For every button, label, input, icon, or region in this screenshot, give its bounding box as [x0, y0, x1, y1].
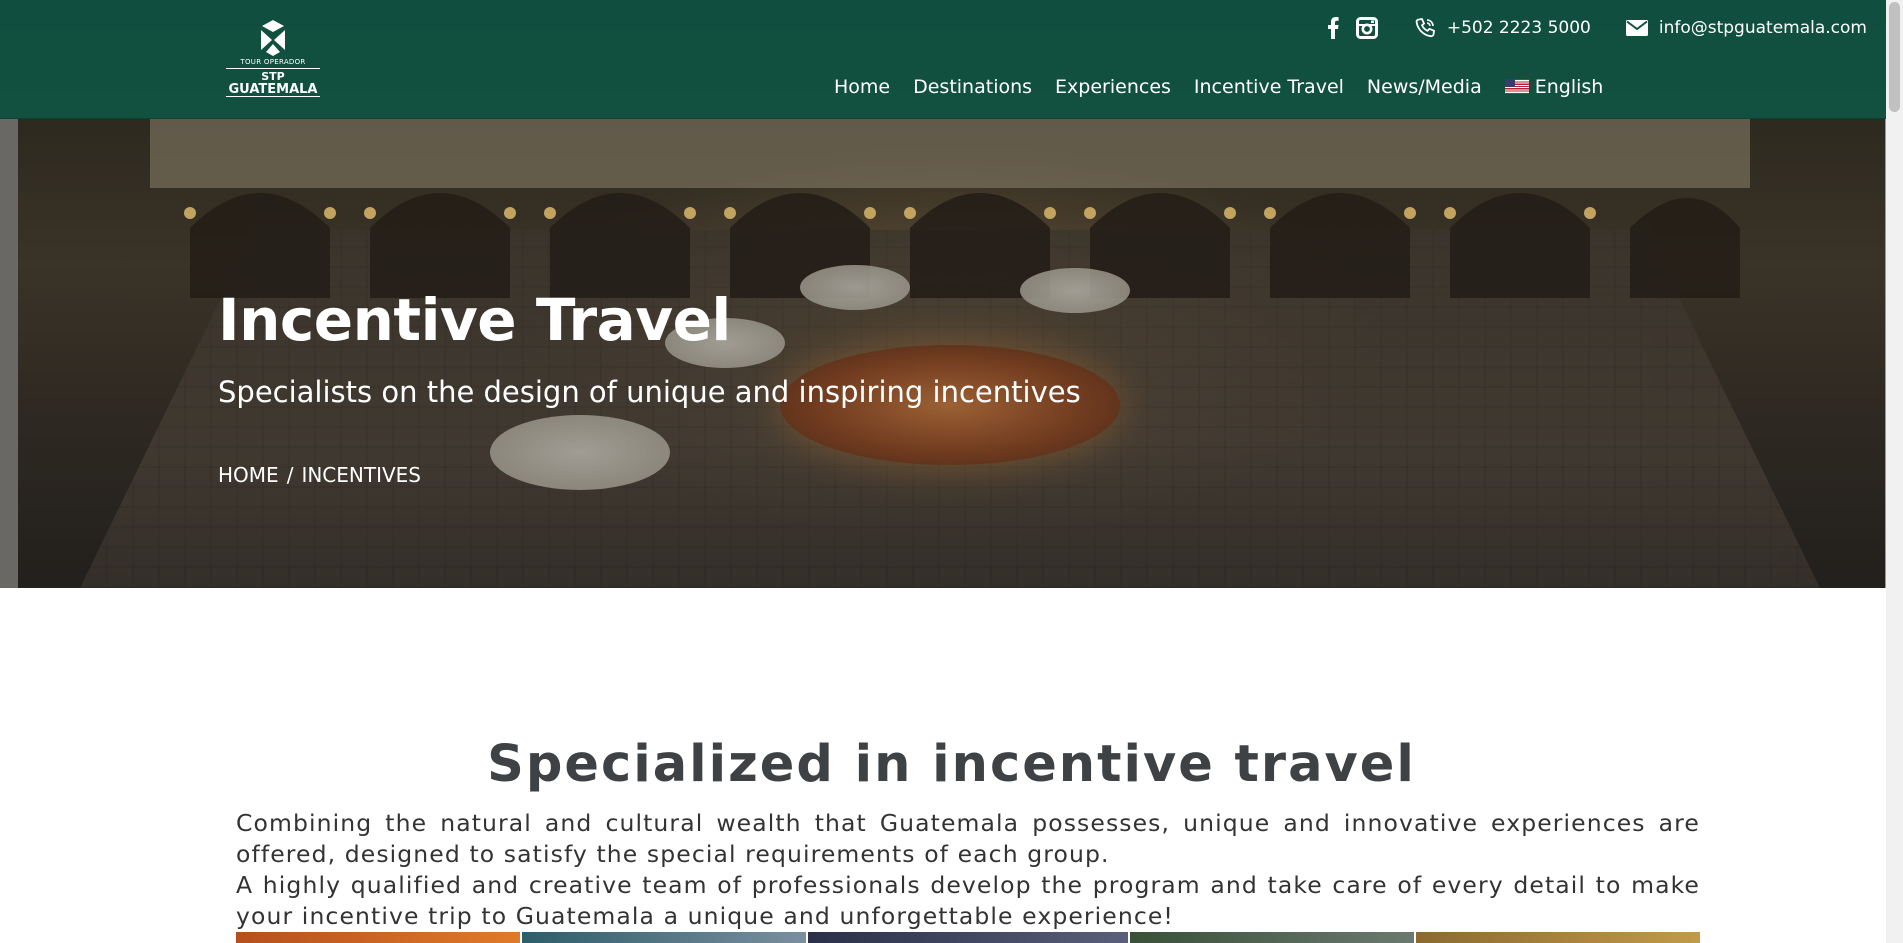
site-logo[interactable]: TOUR OPERADOR STP GUATEMALA [226, 20, 320, 104]
nav-item-destinations[interactable]: Destinations [913, 76, 1032, 98]
language-switcher[interactable]: English [1504, 76, 1604, 98]
logo-line-tour-operador: TOUR OPERADOR [226, 58, 320, 69]
intro-paragraph: Combining the natural and cultural wealt… [236, 809, 1700, 868]
gallery-photo[interactable] [522, 932, 806, 943]
section-heading: Specialized in incentive travel [487, 735, 1416, 794]
scrollbar-thumb[interactable] [1889, 2, 1900, 112]
photo-gallery [236, 932, 1700, 943]
gallery-photo[interactable] [1416, 932, 1700, 943]
email-link[interactable]: info@stpguatemala.com [1659, 18, 1867, 38]
nav-item-incentive-travel[interactable]: Incentive Travel [1194, 76, 1344, 98]
mail-icon [1625, 16, 1649, 40]
gallery-photo[interactable] [808, 932, 1128, 943]
us-flag-icon [1504, 79, 1529, 94]
breadcrumb-separator: / [286, 463, 294, 487]
language-label: English [1534, 76, 1604, 98]
gallery-photo[interactable] [1130, 932, 1414, 943]
breadcrumb-home[interactable]: HOME [218, 462, 279, 488]
hero-subtitle: Specialists on the design of unique and … [218, 375, 1081, 409]
logo-mark-icon [261, 20, 285, 56]
gallery-photo[interactable] [236, 932, 520, 943]
page-scrollbar[interactable] [1886, 0, 1903, 943]
hero-title: Incentive Travel [218, 286, 731, 354]
team-paragraph: A highly qualified and creative team of … [236, 871, 1700, 930]
nav-item-news-media[interactable]: News/Media [1367, 76, 1482, 98]
breadcrumb: HOME / INCENTIVES [218, 462, 421, 488]
breadcrumb-current: INCENTIVES [301, 463, 421, 487]
nav-item-home[interactable]: Home [834, 76, 890, 98]
logo-line-guatemala: GUATEMALA [226, 83, 320, 97]
contact-bar: +502 2223 5000 info@stpguatemala.com [1321, 16, 1867, 40]
main-nav: Home Destinations Experiences Incentive … [834, 74, 1603, 100]
instagram-icon[interactable] [1355, 16, 1379, 40]
phone-link[interactable]: +502 2223 5000 [1447, 18, 1591, 38]
phone-icon [1413, 16, 1437, 40]
site-header: TOUR OPERADOR STP GUATEMALA +502 2223 50… [0, 0, 1903, 119]
nav-item-experiences[interactable]: Experiences [1055, 76, 1171, 98]
facebook-icon[interactable] [1321, 16, 1345, 40]
